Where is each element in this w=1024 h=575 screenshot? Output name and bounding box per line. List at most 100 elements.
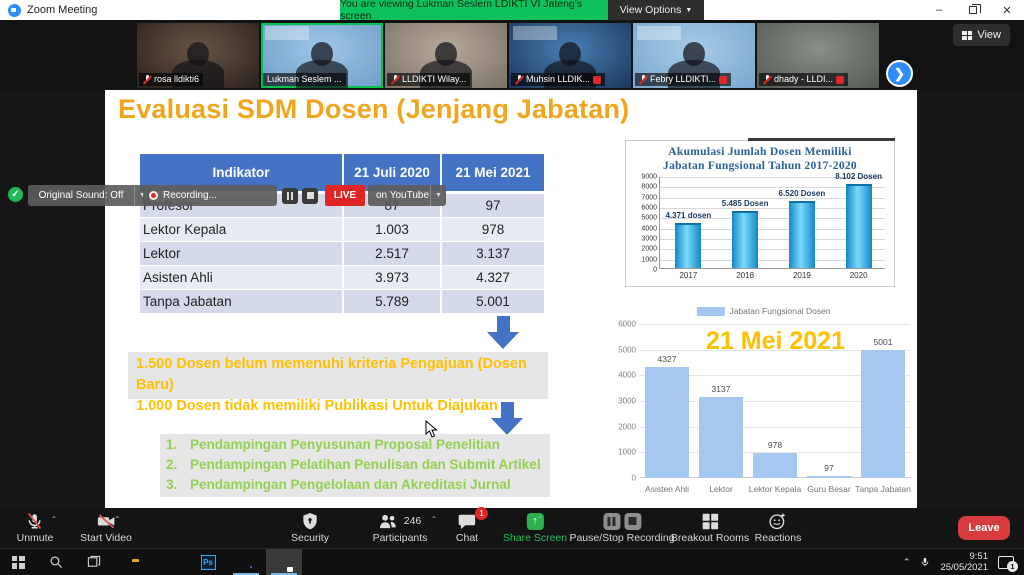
table-row: Tanpa Jabatan5.7895.001 bbox=[140, 290, 544, 314]
live-platform-dropdown[interactable]: on YouTube ▼ bbox=[368, 185, 446, 206]
chevron-up-icon[interactable]: ⌃ bbox=[114, 515, 121, 524]
chevron-up-icon[interactable]: ⌃ bbox=[903, 557, 911, 568]
y-axis-tick-label: 0 bbox=[653, 267, 657, 274]
bar bbox=[861, 350, 905, 478]
participant-name-tag: rosa lldikti6 bbox=[139, 73, 203, 86]
restore-button[interactable] bbox=[956, 0, 990, 20]
taskbar-windows-start[interactable] bbox=[0, 549, 36, 575]
taskbar-file-explorer[interactable] bbox=[114, 549, 150, 575]
taskbar-clock[interactable]: 9:51 25/05/2021 bbox=[940, 551, 988, 573]
bar-value-label: 8.102 Dosen bbox=[835, 172, 882, 181]
pause-icon bbox=[287, 192, 293, 200]
chevron-up-icon[interactable]: ⌃ bbox=[51, 515, 58, 524]
y-axis-tick-label: 7000 bbox=[641, 194, 657, 201]
bar bbox=[699, 397, 743, 478]
taskbar-app[interactable] bbox=[152, 549, 188, 575]
toolbar-label: Pause/Stop Recording bbox=[569, 532, 674, 544]
toolbar-label: Share Screen bbox=[503, 532, 567, 544]
stop-recording-icon[interactable] bbox=[624, 513, 641, 530]
taskbar-task-view[interactable] bbox=[76, 549, 112, 575]
view-button[interactable]: View bbox=[953, 24, 1010, 46]
bar bbox=[675, 223, 701, 268]
note-line: 1.000 Dosen tidak memiliki Publikasi Unt… bbox=[136, 396, 548, 417]
legend-swatch bbox=[696, 307, 724, 316]
stop-recording-button[interactable] bbox=[302, 188, 318, 204]
toolbar-reactions-button[interactable]: Reactions bbox=[755, 511, 802, 544]
next-participants-button[interactable]: ❯ bbox=[886, 60, 913, 87]
toolbar-label: Reactions bbox=[755, 532, 802, 544]
table-cell: 97 bbox=[442, 194, 544, 217]
y-axis-tick-label: 2000 bbox=[641, 246, 657, 253]
note-line: 1.500 Dosen belum memenuhi kriteria Peng… bbox=[136, 354, 548, 396]
taskbar-chrome[interactable] bbox=[228, 549, 264, 575]
toolbar-breakout-rooms-button[interactable]: Breakout Rooms bbox=[671, 511, 749, 544]
bar bbox=[807, 476, 851, 478]
windows-taskbar: Ps ⌃ 9:51 25/05/2021 1 bbox=[0, 548, 1024, 575]
mic-muted-icon bbox=[763, 75, 771, 85]
bar bbox=[789, 201, 815, 268]
participant-name-tag: LLDIKTI Wilay... bbox=[387, 73, 470, 86]
legend-label: Jabatan Fungsional Dosen bbox=[729, 306, 830, 316]
leave-button[interactable]: Leave bbox=[958, 516, 1010, 540]
indicator-table: Indikator21 Juli 202021 Mei 2021 Profeso… bbox=[140, 154, 544, 314]
x-axis-tick-label: Asisten Ahli bbox=[645, 484, 689, 494]
original-sound-toggle[interactable]: Original Sound: Off ▼ bbox=[28, 185, 150, 206]
clock-time: 9:51 bbox=[940, 551, 988, 562]
participant-thumbnail[interactable]: dhady - LLDI... bbox=[757, 23, 879, 88]
chevron-up-icon[interactable]: ⌃ bbox=[431, 515, 438, 524]
mic-muted-icon bbox=[391, 75, 399, 85]
toolbar-pause-stop-recording-button[interactable]: Pause/Stop Recording bbox=[569, 511, 674, 544]
toolbar-unmute-button[interactable]: ⌃Unmute bbox=[17, 511, 54, 544]
participant-thumbnail[interactable]: rosa lldikti6 bbox=[137, 23, 259, 88]
toolbar-start-video-button[interactable]: ⌃ Start Video bbox=[80, 511, 132, 544]
bar bbox=[732, 211, 758, 268]
x-axis-tick-label: 2018 bbox=[736, 271, 754, 280]
x-axis-tick-label: Tanpa Jabatan bbox=[855, 484, 911, 494]
participant-name-tag: Muhsin LLDIK... bbox=[511, 73, 605, 86]
window-title: Zoom Meeting bbox=[27, 4, 97, 16]
table-cell: Tanpa Jabatan bbox=[140, 290, 344, 313]
table-row: Lektor Kepala1.003978 bbox=[140, 218, 544, 242]
lldikti-virtual-background-logo bbox=[637, 26, 681, 40]
view-options-button[interactable]: View Options ▼ bbox=[608, 0, 704, 20]
table-cell: Asisten Ahli bbox=[140, 266, 344, 289]
chevron-up-icon[interactable]: ⌃ bbox=[537, 515, 544, 524]
participant-name: dhady - LLDI... bbox=[774, 73, 833, 86]
recording-indicator-icon bbox=[719, 76, 727, 84]
y-axis-tick-label: 6000 bbox=[618, 320, 636, 329]
table-row: Lektor2.5173.137 bbox=[140, 242, 544, 266]
pause-recording-icon[interactable] bbox=[603, 513, 620, 530]
meeting-toolbar: ⌃Unmute⌃Start VideoSecurity246⌃Participa… bbox=[0, 508, 1024, 548]
gallery-view-icon bbox=[962, 31, 972, 40]
task-view-icon bbox=[87, 555, 101, 569]
y-axis-tick-label: 1000 bbox=[618, 448, 636, 457]
close-button[interactable]: ✕ bbox=[990, 0, 1024, 20]
y-axis-tick-label: 4000 bbox=[618, 371, 636, 380]
toolbar-security-button[interactable]: Security bbox=[291, 511, 329, 544]
pause-recording-button[interactable] bbox=[282, 188, 298, 204]
zoom-meeting-window: Zoom Meeting You are viewing Lukman Sesl… bbox=[0, 0, 1024, 575]
clock-date: 25/05/2021 bbox=[940, 562, 988, 573]
slide-title: Evaluasi SDM Dosen (Jenjang Jabatan) bbox=[118, 94, 629, 125]
notification-center-icon[interactable]: 1 bbox=[998, 556, 1014, 569]
taskbar-search[interactable] bbox=[38, 549, 74, 575]
participant-thumbnail[interactable]: LLDIKTI Wilay... bbox=[385, 23, 507, 88]
participant-thumbnail[interactable]: Lukman Seslem ... bbox=[261, 23, 383, 88]
toolbar-participants-button[interactable]: 246⌃Participants bbox=[373, 511, 428, 544]
mic-muted-icon bbox=[639, 75, 647, 85]
toolbar-share-screen-button[interactable]: ↑⌃Share Screen bbox=[503, 511, 567, 544]
toolbar-chat-button[interactable]: 1Chat bbox=[456, 511, 478, 544]
table-row: Asisten Ahli3.9734.327 bbox=[140, 266, 544, 290]
toolbar-label: Unmute bbox=[17, 532, 54, 544]
minimize-button[interactable]: – bbox=[922, 0, 956, 20]
original-sound-label: Original Sound: Off bbox=[28, 190, 134, 201]
taskbar-photoshop[interactable]: Ps bbox=[190, 549, 226, 575]
table-header-cell: 21 Mei 2021 bbox=[442, 154, 544, 191]
taskbar-zoom-app[interactable] bbox=[266, 549, 302, 575]
toolbar-label: Start Video bbox=[80, 532, 132, 544]
microphone-icon[interactable] bbox=[920, 555, 930, 569]
platform-label: on YouTube bbox=[376, 190, 429, 201]
recording-dot-icon bbox=[149, 191, 158, 200]
participant-thumbnail[interactable]: Febry LLDIKTI... bbox=[633, 23, 755, 88]
participant-thumbnail[interactable]: Muhsin LLDIK... bbox=[509, 23, 631, 88]
